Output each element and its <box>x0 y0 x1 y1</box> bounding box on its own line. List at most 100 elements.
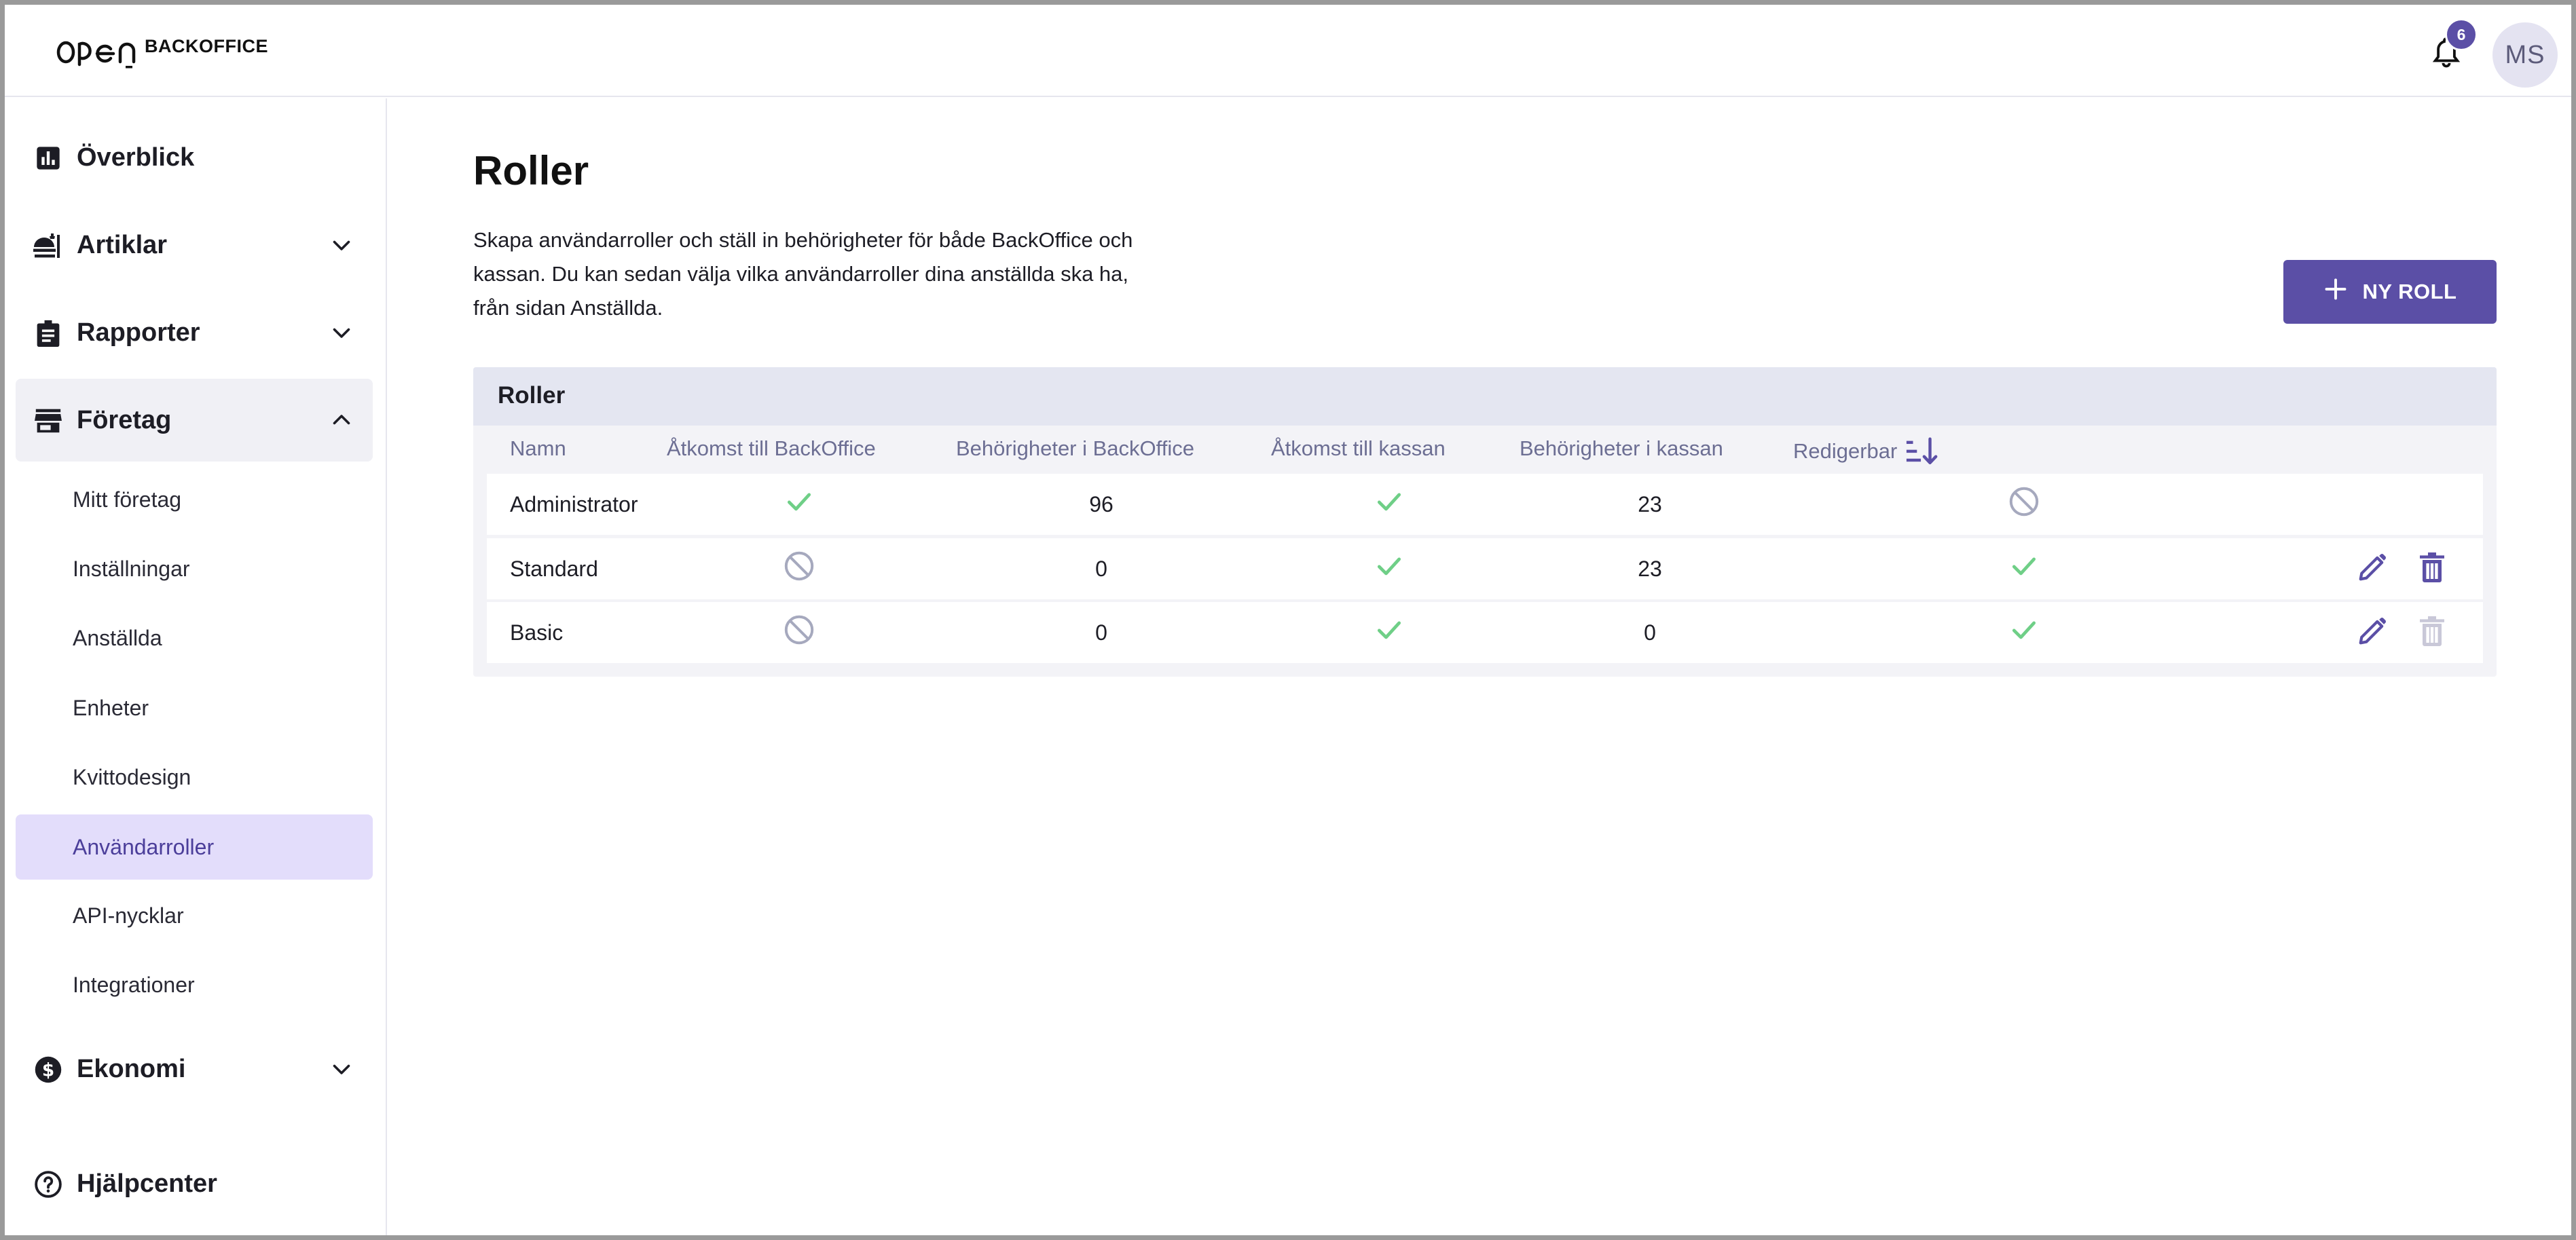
sidebar-subitem-receipt-design[interactable]: Kvittodesign <box>16 745 373 810</box>
notification-count-badge: 6 <box>2445 18 2478 51</box>
top-bar: BACKOFFICE 6 MS <box>5 5 2571 97</box>
backoffice-access-no <box>765 602 833 663</box>
check-icon <box>1374 487 1404 522</box>
delete-role-button-disabled <box>2414 614 2450 651</box>
chevron-down-icon <box>329 233 354 257</box>
blocked-icon <box>783 614 815 652</box>
sidebar-item-label: Hjälpcenter <box>77 1169 217 1198</box>
column-header-editable-label: Redigerbar <box>1793 439 1898 463</box>
sidebar-item-label: Enheter <box>73 695 149 720</box>
column-header-backoffice-access[interactable]: Åtkomst till BackOffice <box>667 436 876 461</box>
sidebar-item-label: Artiklar <box>77 230 168 259</box>
help-circle-icon <box>32 1168 65 1201</box>
clipboard-icon <box>32 317 65 350</box>
sidebar-item-label: Mitt företag <box>73 487 182 512</box>
sort-descending-icon[interactable] <box>1905 436 1939 466</box>
pos-access-yes <box>1348 474 1430 535</box>
role-name: Basic <box>510 620 564 645</box>
sidebar-subitem-api-keys[interactable]: API-nycklar <box>16 883 373 948</box>
column-header-backoffice-permissions[interactable]: Behörigheter i BackOffice <box>956 436 1194 461</box>
sidebar-subitem-integrations[interactable]: Integrationer <box>16 952 373 1017</box>
edit-role-button[interactable] <box>2354 550 2391 587</box>
sidebar-item-label: Integrationer <box>73 972 195 997</box>
sidebar-item-articles[interactable]: Artiklar <box>16 204 373 286</box>
column-header-pos-access[interactable]: Åtkomst till kassan <box>1271 436 1446 461</box>
column-header-pos-permissions[interactable]: Behörigheter i kassan <box>1520 436 1723 461</box>
backoffice-permissions-count: 0 <box>1095 556 1107 581</box>
sidebar-subitem-settings[interactable]: Inställningar <box>16 536 373 601</box>
column-header-name[interactable]: Namn <box>510 436 566 461</box>
role-name: Administrator <box>510 491 638 516</box>
editable-yes <box>1990 602 2058 663</box>
sidebar-item-help-center[interactable]: Hjälpcenter <box>16 1142 373 1225</box>
pos-permissions-count: 23 <box>1638 556 1662 581</box>
chevron-up-icon <box>329 408 354 432</box>
app-window: BACKOFFICE 6 MS Överblick Artiklar Rappo… <box>0 0 2576 1240</box>
pos-permissions-count: 23 <box>1638 491 1662 516</box>
bar-chart-icon <box>32 142 65 174</box>
table-row[interactable]: Basic 0 0 <box>487 602 2483 663</box>
pos-access-yes <box>1348 602 1430 663</box>
sidebar-item-label: Rapporter <box>77 318 200 347</box>
sidebar-subitem-devices[interactable]: Enheter <box>16 675 373 740</box>
page-description: Skapa användarroller och ställ in behöri… <box>473 228 1133 320</box>
food-tray-icon <box>32 229 65 262</box>
table-row[interactable]: Standard 0 23 <box>487 538 2483 599</box>
page-title: Roller <box>473 148 589 193</box>
sidebar: Överblick Artiklar Rapporter Företag Mit… <box>5 98 387 1235</box>
user-avatar[interactable]: MS <box>2492 22 2558 88</box>
pos-permissions-count: 0 <box>1644 620 1656 645</box>
backoffice-permissions-count: 96 <box>1089 491 1114 516</box>
new-role-button-label: NY ROLL <box>2362 280 2457 303</box>
sidebar-subitem-my-company[interactable]: Mitt företag <box>16 467 373 532</box>
trash-icon <box>2417 615 2447 651</box>
sidebar-item-economy[interactable]: $ Ekonomi <box>16 1028 373 1110</box>
check-icon <box>2009 551 2039 586</box>
pencil-icon <box>2357 552 2388 586</box>
sidebar-item-reports[interactable]: Rapporter <box>16 291 373 374</box>
storefront-icon <box>32 405 65 437</box>
check-icon <box>784 487 814 522</box>
sidebar-item-label: Ekonomi <box>77 1054 186 1083</box>
blocked-icon <box>783 550 815 588</box>
sidebar-item-label: API-nycklar <box>73 903 184 928</box>
sidebar-item-company[interactable]: Företag <box>16 379 373 462</box>
svg-text:$: $ <box>42 1060 54 1081</box>
sidebar-subitem-user-roles[interactable]: Användarroller <box>16 814 373 880</box>
plus-icon <box>2323 277 2363 307</box>
sidebar-item-label: Inställningar <box>73 556 190 581</box>
brand-logo[interactable]: BACKOFFICE <box>55 32 268 70</box>
roles-table-title: Roller <box>498 382 566 409</box>
chevron-down-icon <box>329 1057 354 1081</box>
check-icon <box>1374 551 1404 586</box>
column-header-editable[interactable]: Redigerbar <box>1793 436 1939 466</box>
brand-text: BACKOFFICE <box>145 35 268 56</box>
sidebar-item-label: Användarroller <box>73 834 215 859</box>
dollar-circle-icon: $ <box>32 1053 65 1086</box>
check-icon <box>2009 615 2039 650</box>
role-name: Standard <box>510 556 598 581</box>
edit-role-button[interactable] <box>2354 614 2391 651</box>
backoffice-access-no <box>765 538 833 599</box>
sidebar-item-label: Företag <box>77 405 172 434</box>
editable-yes <box>1990 538 2058 599</box>
editable-no <box>1990 474 2058 535</box>
sidebar-item-overview[interactable]: Överblick <box>16 116 373 199</box>
backoffice-access-yes <box>765 474 833 535</box>
sidebar-subitem-employees[interactable]: Anställda <box>16 605 373 671</box>
delete-role-button[interactable] <box>2414 550 2450 587</box>
pencil-icon <box>2357 616 2388 650</box>
new-role-button[interactable]: NY ROLL <box>2283 260 2497 324</box>
table-row[interactable]: Administrator 96 23 <box>487 474 2483 535</box>
pos-access-yes <box>1348 538 1430 599</box>
sidebar-item-label: Anställda <box>73 625 162 650</box>
trash-icon <box>2417 551 2447 587</box>
chevron-down-icon <box>329 320 354 345</box>
sidebar-item-label: Överblick <box>77 143 195 172</box>
roles-table-header: Roller <box>473 367 2497 426</box>
check-icon <box>1374 615 1404 650</box>
blocked-icon <box>2008 485 2040 523</box>
sidebar-item-label: Kvittodesign <box>73 764 191 789</box>
backoffice-permissions-count: 0 <box>1095 620 1107 645</box>
open-logo-icon <box>55 32 141 70</box>
